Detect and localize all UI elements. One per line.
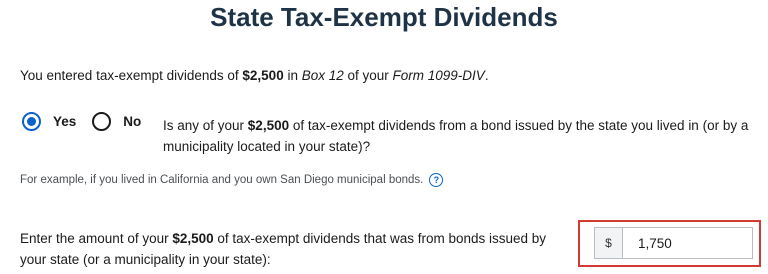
page-title: State Tax-Exempt Dividends: [210, 2, 558, 32]
intro-of-your: of your: [343, 68, 393, 83]
currency-prefix: $: [594, 227, 622, 259]
intro-prefix: You entered tax-exempt dividends of: [20, 68, 243, 83]
intro-form: Form 1099-DIV: [392, 68, 485, 83]
question-amount: $2,500: [247, 118, 290, 133]
amount-input-group: $: [594, 227, 753, 259]
yes-no-radio-group: Yes No: [22, 112, 141, 131]
intro-in: in: [283, 68, 302, 83]
question-circle-icon[interactable]: ?: [429, 173, 444, 187]
example-text: For example, if you lived in California …: [20, 174, 424, 186]
radio-yes[interactable]: Yes: [22, 112, 76, 131]
amount-field-label: Enter the amount of your $2,500 of tax-e…: [20, 228, 560, 270]
example-hint: For example, if you lived in California …: [20, 173, 444, 187]
radio-yes-circle[interactable]: [22, 112, 41, 131]
question-prefix: Is any of your: [163, 118, 248, 133]
question-text: Is any of your $2,500 of tax-exempt divi…: [163, 115, 763, 157]
radio-no-label[interactable]: No: [123, 114, 141, 129]
radio-no[interactable]: No: [92, 112, 141, 131]
amount-label-amount: $2,500: [172, 231, 214, 246]
intro-amount: $2,500: [242, 68, 284, 83]
intro-box: Box 12: [301, 68, 344, 83]
intro-end: .: [484, 68, 489, 83]
amount-label-prefix: Enter the amount of your: [20, 231, 173, 246]
intro-text: You entered tax-exempt dividends of $2,5…: [20, 68, 489, 83]
radio-no-circle[interactable]: [92, 112, 112, 131]
radio-yes-label[interactable]: Yes: [53, 114, 76, 129]
state-amount-input[interactable]: [622, 227, 753, 259]
